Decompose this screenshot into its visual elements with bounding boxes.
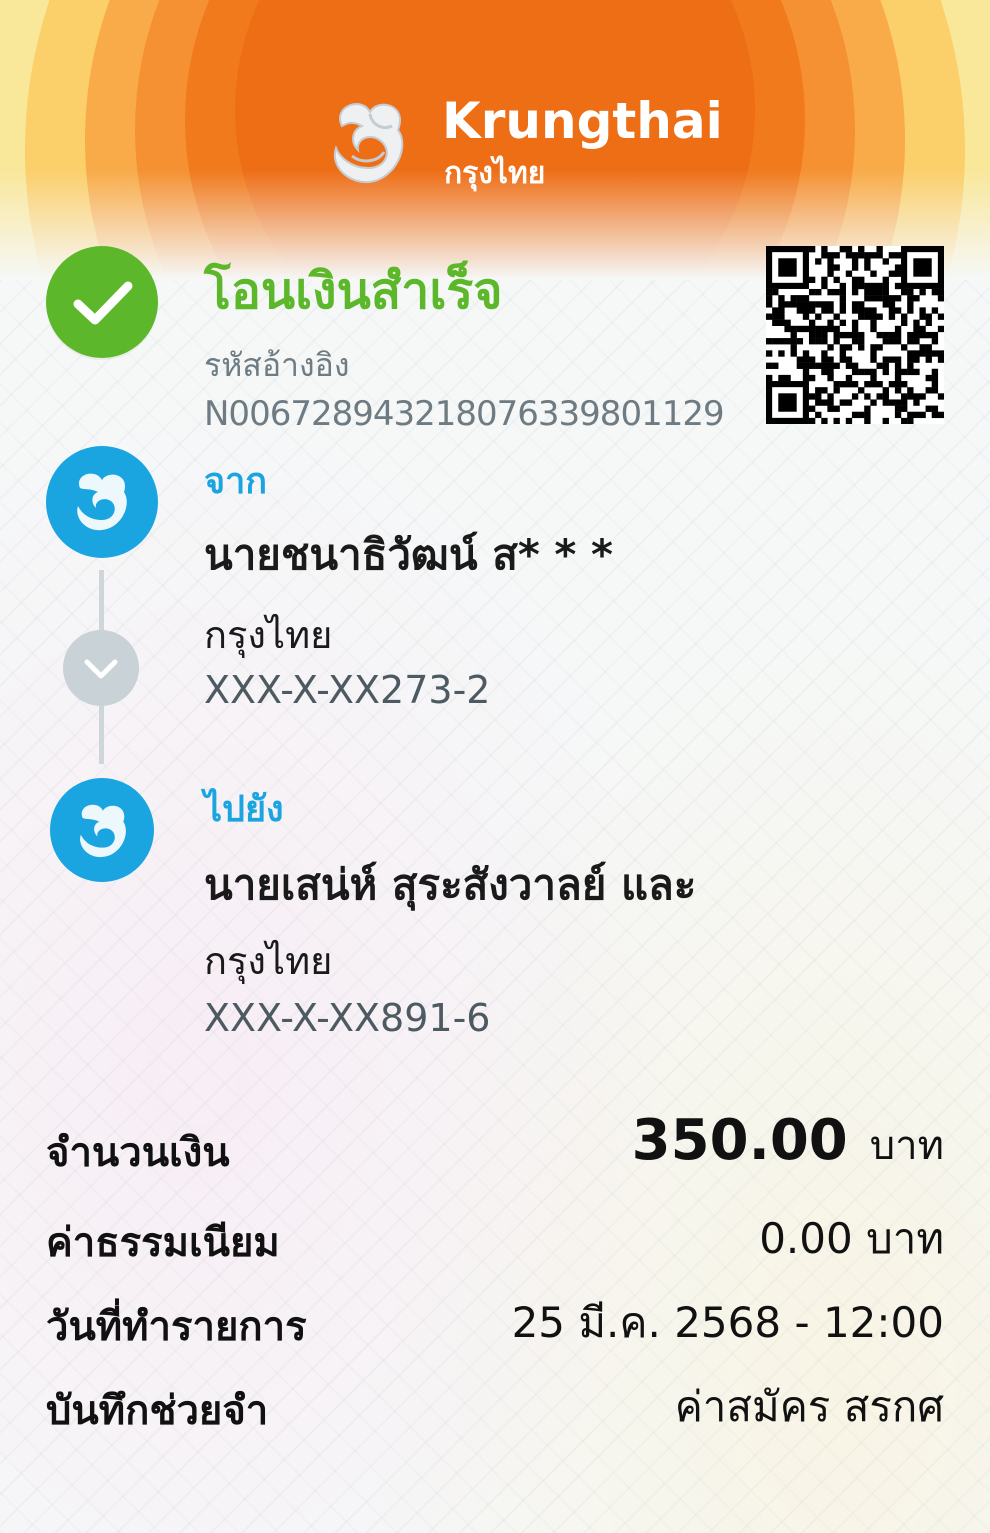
timeline-line-top: [99, 570, 104, 632]
date-label: วันที่ทำรายการ: [46, 1304, 307, 1350]
transfer-status-title: โอนเงินสำเร็จ: [204, 262, 503, 320]
reference-number: N006728943218076339801129: [204, 394, 725, 434]
sender-name: นายชนาธิวัฒน์ ส* * *: [204, 530, 613, 579]
sender-account: XXX-X-XX273-2: [204, 668, 491, 712]
timeline-line-bottom: [99, 704, 104, 764]
krungthai-emblem-icon: [312, 86, 424, 198]
receiver-bank-icon: [50, 778, 154, 882]
sender-bank: กรุงไทย: [204, 613, 333, 657]
success-check-icon: [46, 246, 158, 358]
fee-label: ค่าธรรมเนียม: [46, 1220, 280, 1266]
receiver-account: XXX-X-XX891-6: [204, 996, 491, 1040]
date-value: 25 มี.ค. 2568 - 12:00: [511, 1298, 944, 1347]
receiver-bank: กรุงไทย: [204, 939, 333, 983]
memo-label: บันทึกช่วยจำ: [46, 1388, 269, 1434]
sender-bank-icon: [46, 446, 158, 558]
receiver-name: นายเสน่ห์ สุระสังวาลย์ และ: [204, 860, 697, 909]
fee-value: 0.00 บาท: [759, 1214, 944, 1263]
amount-label: จำนวนเงิน: [46, 1130, 230, 1176]
brand-name-th: กรุงไทย: [444, 156, 546, 191]
to-label: ไปยัง: [204, 789, 284, 830]
header-banner: Krungthai กรุงไทย: [0, 0, 990, 280]
from-label: จาก: [204, 461, 268, 502]
memo-value: ค่าสมัคร สรกศ: [674, 1382, 944, 1431]
amount-value: 350.00: [631, 1108, 848, 1173]
chevron-down-icon: [63, 630, 139, 706]
reference-label: รหัสอ้างอิง: [204, 346, 350, 384]
brand-name-en: Krungthai: [442, 92, 723, 150]
amount-value-row: 350.00 บาท: [632, 1108, 944, 1177]
amount-unit: บาท: [869, 1123, 944, 1169]
qr-code-icon[interactable]: [766, 246, 945, 425]
